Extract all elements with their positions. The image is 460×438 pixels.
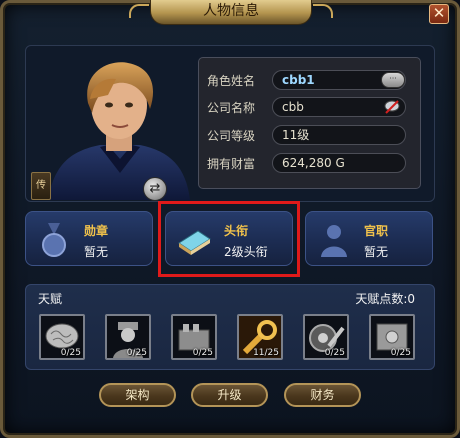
talent-tire-wrench[interactable]: 0/25	[303, 314, 349, 360]
wealth-field: 624,280 G	[272, 153, 406, 173]
talent-safe[interactable]: 0/25	[369, 314, 415, 360]
talent-count: 0/25	[60, 348, 81, 358]
talent-count: 0/25	[126, 348, 147, 358]
talent-count: 0/25	[390, 348, 411, 358]
window-title: 人物信息	[129, 0, 333, 25]
medal-value: 暂无	[84, 245, 109, 259]
character-portrait	[48, 62, 190, 200]
official-value: 暂无	[364, 245, 389, 259]
talent-engine[interactable]: 0/25	[171, 314, 217, 360]
label-company-level: 公司等级	[207, 129, 256, 143]
structure-button[interactable]: 架构	[99, 383, 176, 407]
label-wealth: 拥有财富	[207, 157, 256, 171]
talent-golden-wrench[interactable]: 11/25	[237, 314, 283, 360]
medal-icon	[42, 223, 66, 257]
title-card-highlight	[158, 201, 300, 277]
label-role-name: 角色姓名	[207, 74, 256, 88]
talent-title: 天赋	[38, 292, 63, 306]
official-title: 官职	[364, 224, 389, 238]
talent-count: 0/25	[324, 348, 345, 358]
rank-tab[interactable]: 传	[31, 172, 51, 200]
chat-bubble-icon[interactable]: ···	[381, 72, 405, 88]
close-button[interactable]: ✕	[429, 4, 449, 24]
finance-button[interactable]: 财务	[284, 383, 361, 407]
talent-count: 0/25	[192, 348, 213, 358]
talent-brain[interactable]: 0/25	[39, 314, 85, 360]
upgrade-button[interactable]: 升级	[191, 383, 268, 407]
label-company-name: 公司名称	[207, 101, 256, 115]
official-card[interactable]: 官职 暂无	[305, 211, 433, 266]
talent-worker[interactable]: 0/25	[105, 314, 151, 360]
talent-points: 天赋点数:0	[355, 292, 415, 306]
swap-avatar-button[interactable]: ⇄	[143, 177, 167, 201]
talent-count: 11/25	[253, 348, 279, 358]
medal-title: 勋章	[84, 224, 109, 238]
medal-card[interactable]: 勋章 暂无	[25, 211, 153, 266]
official-person-icon	[321, 225, 347, 257]
company-level-field: 11级	[272, 125, 406, 145]
no-chat-icon[interactable]	[383, 98, 401, 116]
